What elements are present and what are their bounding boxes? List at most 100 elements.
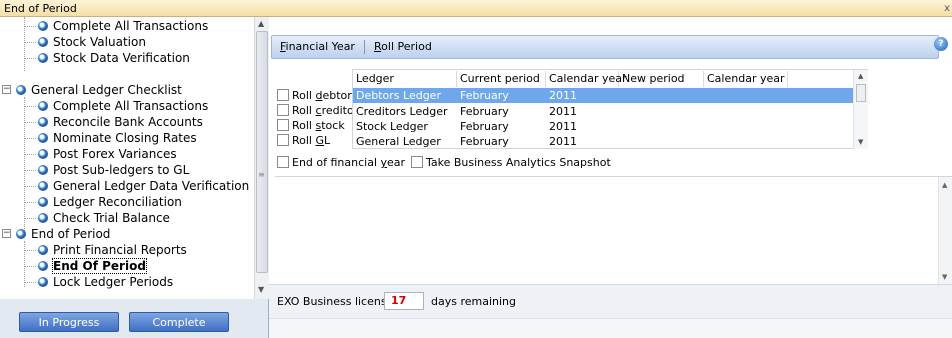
checkbox-icon[interactable] [277,156,289,168]
checkbox-icon[interactable] [277,89,289,101]
col-header[interactable]: Current period [457,71,546,87]
tree-item[interactable]: Complete All Transactions [38,98,208,114]
tree-item[interactable]: Post Sub-ledgers to GL [38,162,189,178]
tree-line [24,42,36,43]
ledger-grid: Ledger Current period Calendar year New … [352,69,868,149]
checkbox-icon[interactable] [277,104,289,116]
scroll-thumb[interactable] [856,84,866,102]
scroll-up-icon[interactable]: ▲ [942,181,947,189]
scroll-up-icon[interactable]: ▲ [258,19,264,28]
bullet-icon [38,101,48,111]
table-row[interactable]: Creditors Ledger February 2011 [353,104,853,119]
table-row[interactable]: General Ledger February 2011 [353,134,853,149]
tree-line [24,26,36,27]
scroll-down-icon[interactable]: ▼ [942,273,947,281]
tree-line [24,241,25,287]
tree-item[interactable]: Print Financial Reports [38,242,187,258]
tree-item[interactable]: Complete All Transactions [38,18,208,34]
tree-line [24,154,36,155]
roll-gl-checkbox[interactable]: Roll GL [277,134,330,148]
roll-period-panel: Financial Year Roll Period ? Roll debtor… [269,17,952,338]
log-scrollbar[interactable]: ▲ ▼ [938,177,952,285]
bullet-icon [38,197,48,207]
tab-separator [364,40,365,54]
days-remaining-value: 17 [384,292,424,310]
tab-financial-year[interactable]: Financial Year [280,40,355,54]
window-title: End of Period [4,2,77,15]
tree-item[interactable]: Stock Valuation [38,34,146,50]
tab-roll-period[interactable]: Roll Period [374,40,432,54]
checkbox-icon[interactable] [411,156,423,168]
help-icon[interactable]: ? [934,37,948,51]
tree-line [24,97,25,231]
tree-item[interactable]: Lock Ledger Periods [38,274,173,290]
bullet-icon [38,165,48,175]
tree-line [24,250,36,251]
tree-line [24,170,36,171]
checklist-tree: − − Complete All Transactions Stock Valu… [0,17,269,299]
tree-group-end-of-period[interactable]: End of Period [16,226,110,242]
col-header[interactable]: Calendar year [546,71,627,87]
tree-item[interactable]: Reconcile Bank Accounts [38,114,203,130]
grid-header: Ledger Current period Calendar year New … [353,70,853,87]
tree-scrollbar[interactable]: ▲ ≡ ▼ [254,17,269,299]
tree-item[interactable]: General Ledger Data Verification [38,178,249,194]
checkbox-icon[interactable] [277,119,289,131]
bullet-icon [38,277,48,287]
close-icon[interactable]: x [944,0,950,17]
roll-creditors-checkbox[interactable]: Roll creditors [277,104,364,118]
complete-button[interactable]: Complete [129,312,229,332]
bullet-icon [16,229,26,239]
tree-line [24,122,36,123]
tree-line [24,106,36,107]
bullet-icon [38,37,48,47]
grip-icon: ≡ [258,170,265,179]
tree-line [24,218,36,219]
tree-item-selected[interactable]: End Of Period [38,258,147,274]
bullet-icon [38,181,48,191]
snapshot-checkbox[interactable]: Take Business Analytics Snapshot [411,156,611,170]
bottom-strip [269,318,952,338]
collapse-icon[interactable]: − [2,85,11,94]
bullet-icon [38,149,48,159]
collapse-icon[interactable]: − [2,229,11,238]
scroll-down-icon[interactable]: ▼ [258,285,264,294]
tree-item[interactable]: Nominate Closing Rates [38,130,197,146]
tree-line [24,266,36,267]
scroll-up-icon[interactable]: ▲ [858,72,863,80]
roll-stock-checkbox[interactable]: Roll stock [277,119,345,133]
tree-item[interactable]: Post Forex Variances [38,146,177,162]
bullet-icon [38,245,48,255]
tree-line [24,58,36,59]
tree-group-general-ledger[interactable]: General Ledger Checklist [16,82,182,98]
scroll-thumb[interactable] [256,31,268,273]
log-area[interactable]: ▲ ▼ [275,176,952,285]
scroll-down-icon[interactable]: ▼ [858,138,863,146]
window-title-bar: End of Period x [0,0,952,17]
tree-line [24,202,36,203]
col-header[interactable]: New period [619,71,704,87]
grid-scrollbar[interactable]: ▲ ▼ [853,70,868,149]
roll-debtors-checkbox[interactable]: Roll debtors [277,89,358,103]
tree-item[interactable]: Check Trial Balance [38,210,170,226]
bullet-icon [38,133,48,143]
table-row[interactable]: Stock Ledger February 2011 [353,119,853,134]
tree-line [24,138,36,139]
in-progress-button[interactable]: In Progress [19,312,119,332]
table-row[interactable]: Debtors Ledger February 2011 [353,88,853,103]
col-header[interactable]: Ledger [353,71,457,87]
tab-bar: Financial Year Roll Period [271,35,939,59]
tree-line [24,186,36,187]
bullet-icon [38,213,48,223]
checkbox-icon[interactable] [277,134,289,146]
bullet-icon [16,85,26,95]
bullet-icon [38,53,48,63]
col-header[interactable]: Calendar year [704,71,788,87]
tree-item[interactable]: Stock Data Verification [38,50,190,66]
tree-item[interactable]: Ledger Reconciliation [38,194,182,210]
checklist-footer: In Progress Complete [0,299,269,338]
tree-line [24,282,36,283]
end-of-financial-year-checkbox[interactable]: End of financial year [277,156,405,170]
days-remaining-label: days remaining [431,295,517,308]
licensing-bar: EXO Business licensing: 17 days remainin… [269,284,952,318]
